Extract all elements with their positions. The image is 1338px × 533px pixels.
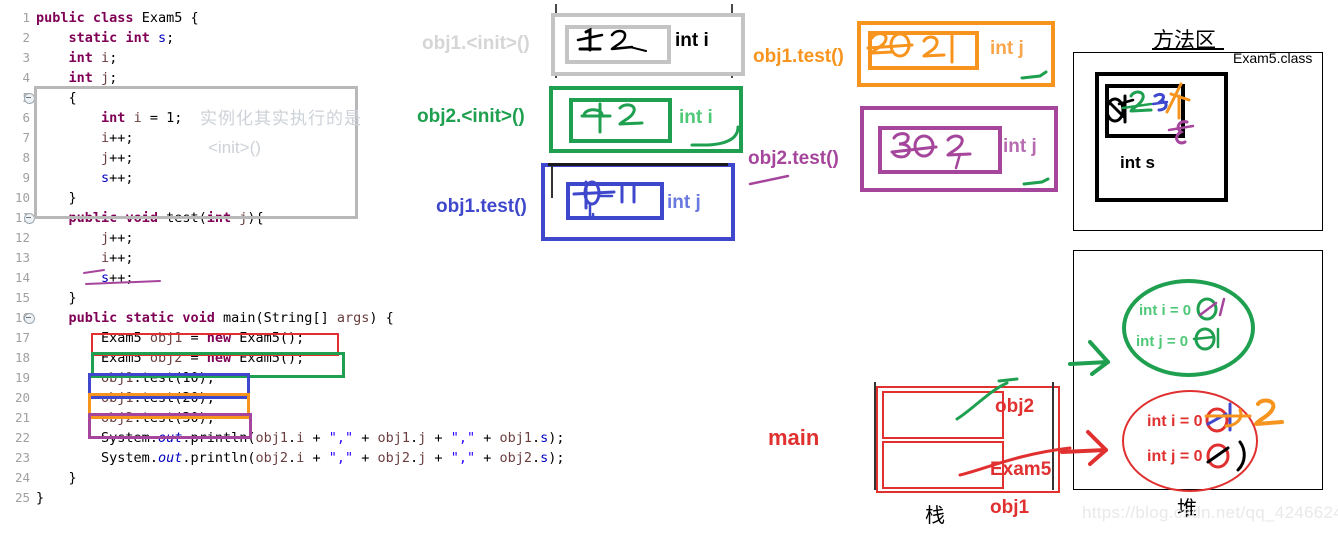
heap-obj1-field-i: int i = 0 [1147,413,1203,430]
line-number: 14 [14,270,30,285]
stack-slot-label-obj1: obj1 [990,497,1030,518]
frame-label-obj2-init: obj2.<init>() [417,106,525,127]
frame-top-rule-blue [548,163,728,166]
stack-label: 栈 [925,503,945,527]
frame-label-obj1-init: obj1.<init>() [422,33,530,54]
line-number: 24 [14,470,30,485]
handwriting-purple-underline-obj2test [748,174,790,186]
line-number: 1 [22,10,30,25]
code-line[interactable]: } [36,288,77,308]
code-editor-pane[interactable]: 1 public class Exam5 { 2 static int s; 3 in… [0,0,640,533]
line-number: 25 [14,490,30,505]
line-number: 17 [14,330,30,345]
frame-slot-type-obj1-init: int i [675,30,709,51]
stack-tick-right [1052,382,1054,490]
heap-obj2-field-i: int i = 0 [1139,302,1192,319]
line-number: 3 [22,50,30,65]
code-line[interactable]: } [36,468,77,488]
heap-obj1-field-j: int j = 0 [1147,448,1203,465]
code-line[interactable]: i++; [36,248,134,268]
frame-slot-type-obj1-test-10: int j [667,192,701,213]
line-number: 19 [14,370,30,385]
line-number: 21 [14,410,30,425]
line-number: 23 [14,450,30,465]
frame-tick-blue [551,166,553,198]
line-number: 6 [22,110,30,125]
stack-slot-label-obj2: obj2 [995,396,1035,417]
frame-label-obj1-test-20: obj1.test() [753,46,844,67]
line-number: 10 [14,190,30,205]
main-frame-label: main [768,425,820,450]
line-number: 18 [14,350,30,365]
static-field-label: int s [1120,153,1155,172]
frame-slot-obj1-test-10 [566,182,664,220]
code-line[interactable]: public static void main(String[] args) { [36,308,394,328]
line-number: 9 [22,170,30,185]
line-number: 13 [14,250,30,265]
heap-object-obj1 [1122,390,1258,492]
code-line[interactable]: int j; [36,68,118,88]
method-area-title-underline [1152,48,1224,50]
stack-slot-obj1 [882,441,1004,489]
frame-slot-obj1-test-20 [868,31,979,70]
line-number: 4 [22,70,30,85]
code-line[interactable]: static int s; [36,28,175,48]
frame-label-obj1-test-10: obj1.test() [436,196,527,217]
class-file-label: Exam5.class [1233,50,1313,66]
frame-slot-type-obj2-init: int i [679,107,713,128]
code-fold-toggle[interactable] [24,313,35,324]
code-line[interactable]: public class Exam5 { [36,8,199,28]
line-number: 20 [14,390,30,405]
heap-obj2-field-j: int j = 0 [1136,333,1189,350]
line-number: 12 [14,230,30,245]
line-number: 8 [22,150,30,165]
code-line[interactable]: j++; [36,228,134,248]
frame-slot-obj1-init [565,25,671,64]
line-number: 15 [14,290,30,305]
code-line[interactable]: } [36,488,44,508]
stack-tick-left [874,382,876,490]
line-number: 7 [22,130,30,145]
frame-slot-type-obj1-test-20: int j [990,38,1024,59]
line-number: 22 [14,430,30,445]
init-annotation-line2: <init>() [208,138,261,157]
code-line[interactable]: System.out.println(obj2.i + "," + obj2.j… [36,448,565,468]
stack-slot-obj2 [882,391,1004,439]
code-line[interactable]: int i; [36,48,118,68]
line-number: 2 [22,30,30,45]
frame-slot-obj2-test-30 [878,126,1002,174]
frame-label-obj2-test-30: obj2.test() [748,148,839,169]
frame-slot-type-obj2-test-30: int j [1003,136,1037,157]
code-line[interactable]: s++; [36,268,134,288]
frame-slot-obj2-init [569,98,672,143]
watermark: https://blog.csdn.net/qq_42466244 [1082,503,1338,522]
highlight-obj2-test-30 [88,413,252,439]
static-field-slot-box [1105,84,1185,138]
init-annotation-line1: 实例化其实执行的是 [200,109,362,128]
stack-type-label-exam5: Exam5 [990,459,1052,480]
heap-object-obj2 [1122,279,1255,377]
